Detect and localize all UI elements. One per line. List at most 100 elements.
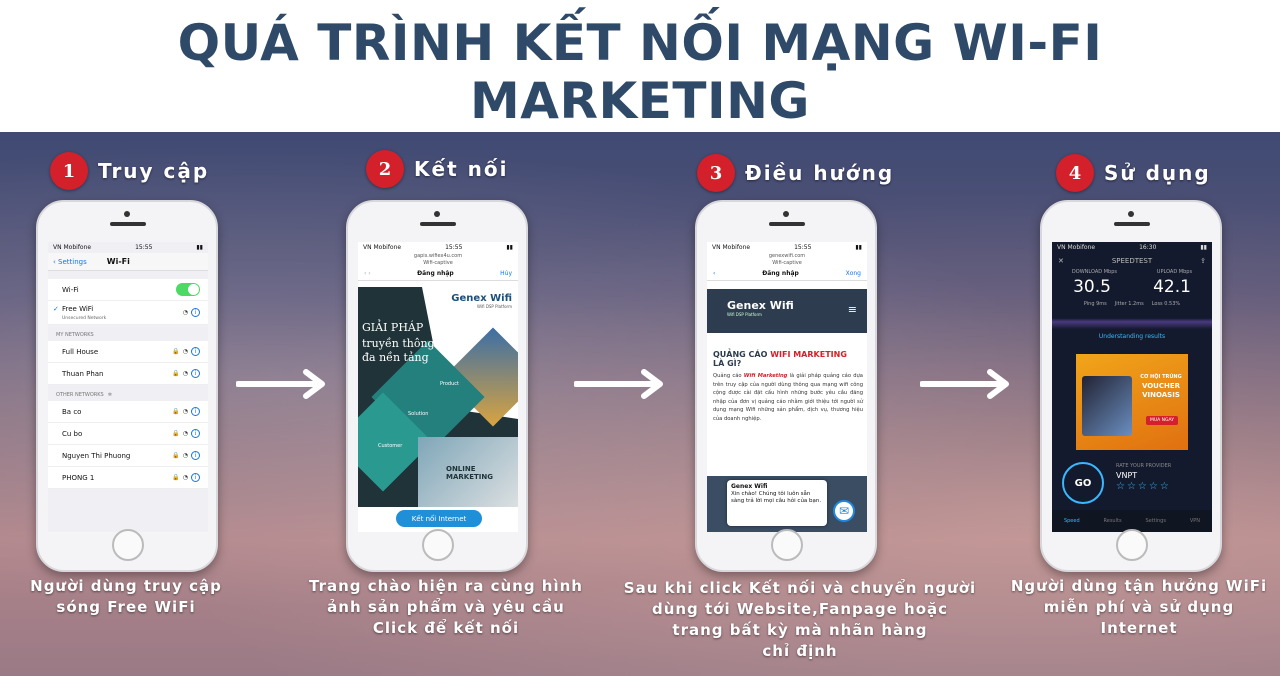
ad-line-1: CƠ HỘI TRÚNG: [1140, 374, 1182, 380]
network-row[interactable]: Cu bo 🔒 ◔ i: [48, 423, 208, 445]
caption-line: Internet: [1100, 619, 1178, 637]
info-icon[interactable]: i: [191, 473, 200, 482]
caption-line: sóng Free WiFi: [56, 598, 196, 616]
clock: 15:55: [135, 244, 153, 251]
network-name: Cu bo: [62, 429, 83, 438]
heading-part-1: QUẢNG CÁO: [713, 350, 771, 359]
home-button[interactable]: [771, 529, 803, 561]
understanding-results-link[interactable]: Understanding results: [1052, 333, 1212, 340]
caption-line: Trang chào hiện ra cùng hình: [309, 577, 583, 595]
wifi-signal-icon: ◔: [182, 408, 188, 415]
step-1-title: Truy cập: [98, 159, 210, 183]
info-icon[interactable]: i: [191, 407, 200, 416]
url-sub: Wifi-captive: [423, 260, 453, 266]
home-button[interactable]: [422, 529, 454, 561]
info-icon[interactable]: i: [191, 347, 200, 356]
network-row[interactable]: Thuan Phan 🔒 ◔ i: [48, 363, 208, 385]
speedtest-header: ✕ SPEEDTEST ⇪: [1052, 253, 1212, 269]
status-bar: VN Mobifone 16:30 ▮▮: [1052, 242, 1212, 253]
close-icon[interactable]: ✕: [1058, 257, 1064, 265]
app-title: SPEEDTEST: [1111, 257, 1153, 265]
network-row[interactable]: PHONG 1 🔒 ◔ i: [48, 467, 208, 489]
tab-speed[interactable]: Speed: [1064, 518, 1080, 524]
home-button[interactable]: [112, 529, 144, 561]
step-1-caption: Người dùng truy cập sóng Free WiFi: [0, 576, 252, 618]
vinoasis-ad[interactable]: CƠ HỘI TRÚNG VOUCHER VINOASIS MUA NGAY: [1076, 354, 1188, 450]
status-bar: VN Mobifone 15:55 ▮▮: [48, 242, 208, 253]
info-icon[interactable]: i: [191, 308, 200, 317]
battery-icon: ▮▮: [196, 244, 203, 251]
speed-values: 30.5 42.1: [1052, 277, 1212, 297]
caption-line: trang bất kỳ mà nhãn hàng: [672, 621, 928, 639]
step-4-header: 4 Sử dụng: [1056, 154, 1211, 192]
info-icon[interactable]: i: [191, 369, 200, 378]
caption-line: Người dùng truy cập: [30, 577, 222, 595]
nav-arrows-icon[interactable]: ‹ ›: [364, 270, 371, 277]
jitter-value: Jitter 1.2ms: [1114, 301, 1144, 307]
phone-4: VN Mobifone 16:30 ▮▮ ✕ SPEEDTEST ⇪ DOWNLOAD …: [1040, 200, 1222, 572]
tab-results[interactable]: Results: [1104, 518, 1122, 524]
rating-stars[interactable]: ☆☆☆☆☆: [1116, 481, 1171, 492]
speaker-slot: [110, 222, 146, 226]
brand-name: Genex Wifi: [727, 299, 794, 312]
arrow-right-icon: [574, 369, 663, 399]
body-lead: Quảng cáo: [713, 373, 744, 379]
captive-nav-bar: ‹ › Đăng nhập Hủy: [358, 267, 518, 281]
carrier: VN Mobifone: [1057, 244, 1096, 251]
promo-banner: Genex Wifi Wifi DSP Platform GIẢI PHÁP tr…: [358, 287, 518, 507]
title-band: QUÁ TRÌNH KẾT NỐI MẠNG WI-FI MARKETING: [0, 0, 1280, 132]
brand-name: Genex Wifi: [451, 293, 512, 304]
go-button[interactable]: GO: [1062, 462, 1104, 504]
camera-dot: [1128, 211, 1134, 217]
camera-dot: [124, 211, 130, 217]
network-name: PHONG 1: [62, 473, 95, 482]
cancel-button[interactable]: Hủy: [500, 270, 512, 277]
network-row[interactable]: Nguyen Thi Phuong 🔒 ◔ i: [48, 445, 208, 467]
caption-line: ảnh sản phẩm và yêu cầu: [327, 598, 565, 616]
carrier: VN Mobifone: [363, 244, 402, 251]
upload-value: 42.1: [1153, 277, 1191, 297]
share-icon[interactable]: ⇪: [1200, 257, 1206, 265]
phone-1-screen: VN Mobifone 15:55 ▮▮ ‹ Settings Wi-Fi Wi-F…: [48, 242, 208, 532]
tab-settings[interactable]: Settings: [1145, 518, 1166, 524]
back-arrow-icon[interactable]: ‹: [713, 270, 715, 277]
genex-logo[interactable]: Genex Wifi Wifi DSP Platform: [727, 299, 794, 317]
clock: 16:30: [1139, 244, 1157, 251]
clock: 15:55: [794, 244, 812, 251]
step-3-title: Điều hướng: [745, 161, 895, 185]
phone-3: VN Mobifone 15:55 ▮▮ genexwifi.com Wifi-cap…: [695, 200, 877, 572]
my-networks-header: MY NETWORKS: [48, 325, 208, 341]
caption-line: chỉ định: [762, 642, 838, 660]
brand-sub: Wifi DSP Platform: [477, 304, 512, 309]
hamburger-menu-icon[interactable]: ≡: [848, 303, 857, 316]
checkmark-icon: ✓: [53, 304, 59, 313]
download-label: DOWNLOAD: [1071, 269, 1103, 275]
genex-logo: Genex Wifi Wifi DSP Platform: [451, 293, 512, 309]
rate-provider: RATE YOUR PROVIDER VNPT ☆☆☆☆☆: [1116, 462, 1171, 493]
step-3-badge: 3: [697, 154, 735, 192]
speed-graph: [1052, 311, 1212, 329]
other-networks-label: OTHER NETWORKS: [56, 392, 104, 398]
network-name: Ba co: [62, 407, 82, 416]
network-row[interactable]: Full House 🔒 ◔ i: [48, 341, 208, 363]
connected-network-row[interactable]: ✓ Free WiFi Unsecured Network ◔ i: [48, 301, 208, 325]
tab-vpn[interactable]: VPN: [1190, 518, 1200, 524]
messenger-icon[interactable]: ✉: [833, 500, 855, 522]
connect-internet-button[interactable]: Kết nối Internet: [396, 510, 482, 527]
caption-line: Sau khi click Kết nối và chuyển người: [623, 579, 977, 597]
back-button[interactable]: ‹ Settings: [53, 258, 87, 266]
arrow-right-icon: [236, 369, 325, 399]
arrow-right-icon: [920, 369, 1009, 399]
done-button[interactable]: Xong: [846, 270, 861, 277]
home-button[interactable]: [1116, 529, 1148, 561]
chat-popup[interactable]: Genex Wifi Xin chào! Chúng tôi luôn sẵn s…: [727, 480, 827, 526]
wifi-toggle[interactable]: [176, 283, 200, 296]
info-icon[interactable]: i: [191, 451, 200, 460]
step-2-caption: Trang chào hiện ra cùng hình ảnh sản phẩ…: [296, 576, 596, 639]
ad-buy-button[interactable]: MUA NGAY: [1145, 416, 1178, 425]
info-icon[interactable]: i: [191, 429, 200, 438]
wifi-signal-icon: ◔: [182, 348, 188, 355]
download-value: 30.5: [1073, 277, 1111, 297]
network-row[interactable]: Ba co 🔒 ◔ i: [48, 401, 208, 423]
lock-icon: 🔒: [172, 370, 180, 377]
